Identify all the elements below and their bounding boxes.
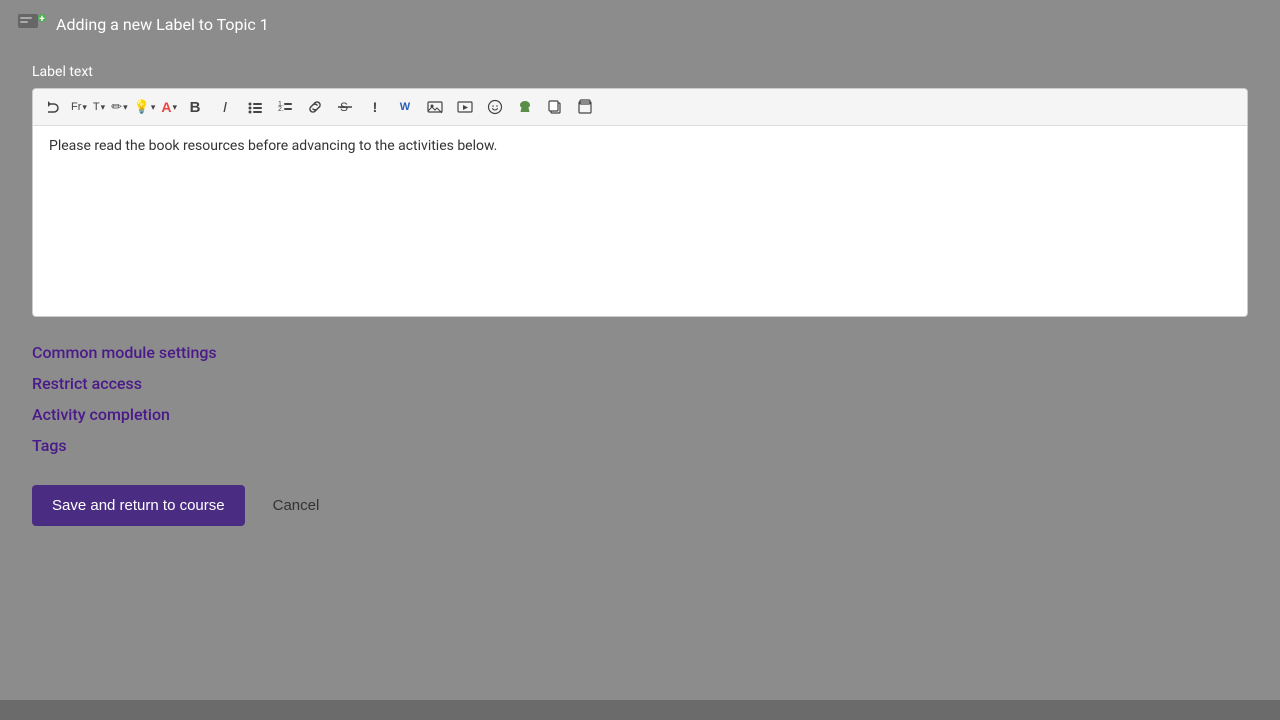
editor-content: Please read the book resources before ad… xyxy=(49,138,1231,154)
svg-text:2.: 2. xyxy=(278,106,284,113)
toolbar-format[interactable]: 💡 ▾ xyxy=(132,93,158,121)
editor-container: Fr ▾ T ▾ ✏ ▾ 💡 ▾ A ▾ xyxy=(32,88,1248,317)
toolbar-undo[interactable] xyxy=(39,93,67,121)
content-area: Label text Fr ▾ T ▾ ✏ ▾ xyxy=(0,48,1280,542)
toolbar-link[interactable] xyxy=(301,93,329,121)
toolbar-font-size[interactable]: T ▾ xyxy=(91,93,107,121)
toolbar-highlight[interactable]: ✏ ▾ xyxy=(109,93,129,121)
footer-bar xyxy=(0,700,1280,720)
toolbar-italic[interactable]: I xyxy=(211,93,239,121)
toolbar-emoticon[interactable] xyxy=(481,93,509,121)
actions-area: Save and return to course Cancel xyxy=(32,485,1248,526)
toolbar-image[interactable] xyxy=(421,93,449,121)
toolbar-word[interactable]: W xyxy=(391,93,419,121)
editor-label: Label text xyxy=(32,64,1248,80)
sections-area: Common module settings Restrict access A… xyxy=(32,337,1248,461)
editor-toolbar: Fr ▾ T ▾ ✏ ▾ 💡 ▾ A ▾ xyxy=(33,89,1247,126)
svg-text:+: + xyxy=(39,14,45,25)
section-common-module-settings[interactable]: Common module settings xyxy=(32,337,1248,368)
toolbar-font-family[interactable]: Fr ▾ xyxy=(69,93,89,121)
toolbar-moodle-media[interactable] xyxy=(511,93,539,121)
toolbar-copy[interactable] xyxy=(541,93,569,121)
save-button[interactable]: Save and return to course xyxy=(32,485,245,526)
cancel-button[interactable]: Cancel xyxy=(269,485,324,526)
section-activity-completion[interactable]: Activity completion xyxy=(32,399,1248,430)
page-wrapper: + Adding a new Label to Topic 1 Label te… xyxy=(0,0,1280,720)
toolbar-strikethrough[interactable]: S xyxy=(331,93,359,121)
section-restrict-access[interactable]: Restrict access xyxy=(32,368,1248,399)
label-icon: + xyxy=(16,8,48,40)
header-bar: + Adding a new Label to Topic 1 xyxy=(0,0,1280,48)
toolbar-ordered-list[interactable]: 1. 2. xyxy=(271,93,299,121)
page-title: Adding a new Label to Topic 1 xyxy=(56,15,269,34)
toolbar-text-color[interactable]: A ▾ xyxy=(159,93,179,121)
toolbar-special-char[interactable]: ! xyxy=(361,93,389,121)
toolbar-unordered-list[interactable] xyxy=(241,93,269,121)
toolbar-bold[interactable]: B xyxy=(181,93,209,121)
section-tags[interactable]: Tags xyxy=(32,430,1248,461)
toolbar-media[interactable] xyxy=(451,93,479,121)
editor-body[interactable]: Please read the book resources before ad… xyxy=(33,126,1247,316)
toolbar-paste[interactable] xyxy=(571,93,599,121)
